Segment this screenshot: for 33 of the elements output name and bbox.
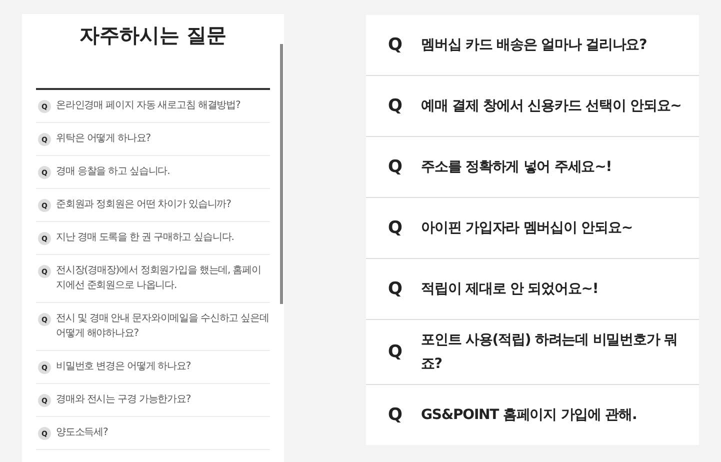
q-label: Q [388, 279, 404, 299]
question-text: 전시 및 경매 안내 문자와이메일을 수신하고 싶은데 어떻게 해야하나요? [56, 312, 270, 341]
question-text: 멤버십 카드 배송은 얼마나 걸리나요? [421, 36, 647, 55]
q-label: Q [388, 342, 404, 362]
question-text: 경매 응찰을 하고 싶습니다. [56, 165, 170, 179]
faq-item[interactable]: Q 멤버십 카드 배송은 얼마나 걸리나요? [366, 15, 699, 75]
question-text: 양도소득세? [56, 426, 108, 440]
question-text: 적립이 제대로 안 되었어요~! [421, 280, 598, 299]
faq-title: 자주하시는 질문 [78, 22, 228, 49]
question-text: 예매 결제 창에서 신용카드 선택이 안되요~ [421, 97, 682, 116]
question-text: 비밀번호 변경은 어떻게 하나요? [56, 360, 191, 374]
question-text: 포인트 사용(적립) 하려는데 비밀번호가 뭐죠? [421, 331, 678, 374]
faq-item[interactable]: Q 적립이 제대로 안 되었어요~! [366, 259, 699, 319]
q-label: Q [388, 218, 404, 238]
q-label: Q [388, 96, 404, 116]
question-text: 위탁은 어떻게 하나요? [56, 132, 150, 146]
question-text: 준회원과 정회원은 어떤 차이가 있습니까? [56, 198, 231, 212]
question-text: 지난 경매 도록을 한 권 구매하고 싶습니다. [56, 231, 234, 245]
question-text: GS&POINT 홈페이지 가입에 관해. [421, 406, 637, 425]
faq-item[interactable]: Q 예매 결제 창에서 신용카드 선택이 안되요~ [366, 76, 699, 136]
question-text: 온라인경매 페이지 자동 새로고침 해결방법? [56, 99, 240, 113]
question-text: 전시장(경매장)에서 정회원가입을 했는데, 홈페이지에선 준회원으로 나옵니다. [56, 264, 262, 293]
q-label: Q [388, 157, 404, 177]
faq-item[interactable]: Q 주소를 정확하게 넣어 주세요~! [366, 137, 699, 197]
question-text: 경매와 전시는 구경 가능한가요? [56, 393, 191, 407]
faq-item[interactable]: Q 포인트 사용(적립) 하려는데 비밀번호가 뭐죠? [366, 320, 699, 384]
faq-item[interactable]: Q 아이핀 가입자라 멤버십이 안되요~ [366, 198, 699, 258]
q-label: Q [388, 35, 404, 55]
scrollbar[interactable] [280, 44, 283, 304]
faq-item[interactable]: Q GS&POINT 홈페이지 가입에 관해. [366, 385, 699, 445]
question-text: 아이핀 가입자라 멤버십이 안되요~ [421, 219, 633, 238]
q-label: Q [388, 405, 404, 425]
question-text: 주소를 정확하게 넣어 주세요~! [421, 158, 612, 177]
